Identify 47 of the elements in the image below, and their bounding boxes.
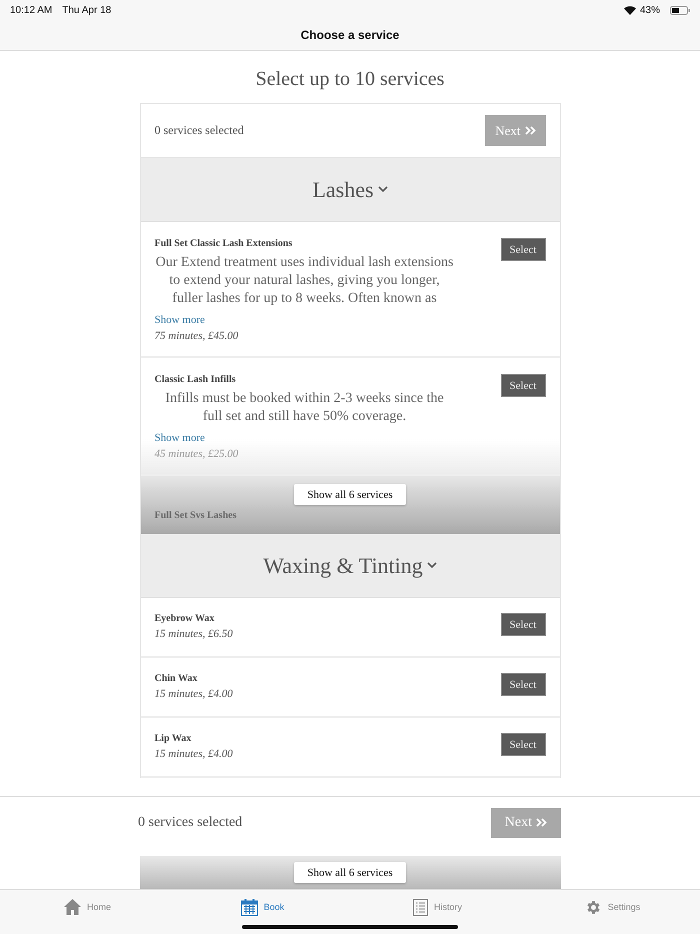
- chevron-down-icon: [378, 186, 388, 193]
- selection-count: 0 services selected: [138, 814, 242, 830]
- service-duration-price: 45 minutes, £25.00: [154, 448, 240, 460]
- service-duration-price: 15 minutes, £4.00: [154, 748, 234, 760]
- wifi-icon: [624, 6, 636, 14]
- section-header[interactable]: Lashes: [140, 158, 560, 222]
- select-button[interactable]: Select: [500, 613, 546, 636]
- select-button[interactable]: Select: [500, 673, 546, 696]
- service-name: Chin Wax: [154, 673, 198, 684]
- service-name: Full Set Svs Lashes: [154, 510, 236, 521]
- section-header[interactable]: Waxing & Tinting: [140, 534, 560, 598]
- service-name: Full Set Classic Lash Extensions: [154, 238, 294, 249]
- tab-bar-item[interactable]: Settings: [525, 890, 700, 934]
- service-duration-price: 15 minutes, £6.50: [154, 628, 234, 640]
- service-duration-price: 75 minutes, £45.00: [154, 330, 240, 342]
- service-description: Our Extend treatment uses individual lash extensions to extend your natural lashes, giving you longer, fuller lashes for up to 8 weeks. Often known as: [154, 254, 454, 308]
- list-icon: [412, 898, 428, 916]
- tab-bar-item[interactable]: Book: [175, 890, 350, 934]
- service-name: Classic Lash Infills: [154, 374, 237, 385]
- battery-percent: 43%: [640, 4, 660, 16]
- page-heading: Select up to 10 services: [256, 68, 444, 91]
- status-time: 10:12 AM: [10, 4, 52, 16]
- status-date: Thu Apr 18: [62, 4, 112, 16]
- double-chevron-icon: [524, 126, 536, 135]
- service-name: Eyebrow Wax: [154, 613, 216, 624]
- tab-bar-item[interactable]: Home: [0, 890, 175, 934]
- show-more-link[interactable]: Show more: [154, 314, 454, 326]
- section-title: Waxing & Tinting: [263, 552, 423, 578]
- tab-bar-item[interactable]: History: [350, 890, 525, 934]
- service-description: Infills must be booked within 2-3 weeks since the full set and still have 50% coverage.: [164, 390, 445, 426]
- select-button[interactable]: Select: [500, 733, 546, 756]
- show-more-link[interactable]: Show more: [154, 432, 454, 444]
- double-chevron-icon: [536, 818, 547, 827]
- select-button[interactable]: Select: [500, 238, 546, 261]
- battery-icon: [670, 6, 690, 14]
- home-icon: [64, 899, 81, 915]
- service-duration-price: 15 minutes, £4.00: [154, 688, 234, 700]
- chevron-down-icon: [426, 562, 437, 569]
- service-name: Lip Wax: [154, 733, 192, 744]
- select-button[interactable]: Select: [500, 374, 546, 397]
- selection-count: 0 services selected: [154, 123, 244, 138]
- section-title: Lashes: [312, 176, 374, 202]
- settings-icon: [584, 898, 602, 916]
- calendar-icon: [240, 898, 258, 916]
- show-all-button[interactable]: Show all 6 services: [294, 484, 406, 505]
- show-all-button[interactable]: Show all 6 services: [294, 862, 406, 883]
- navigation-title: Choose a service: [300, 28, 400, 42]
